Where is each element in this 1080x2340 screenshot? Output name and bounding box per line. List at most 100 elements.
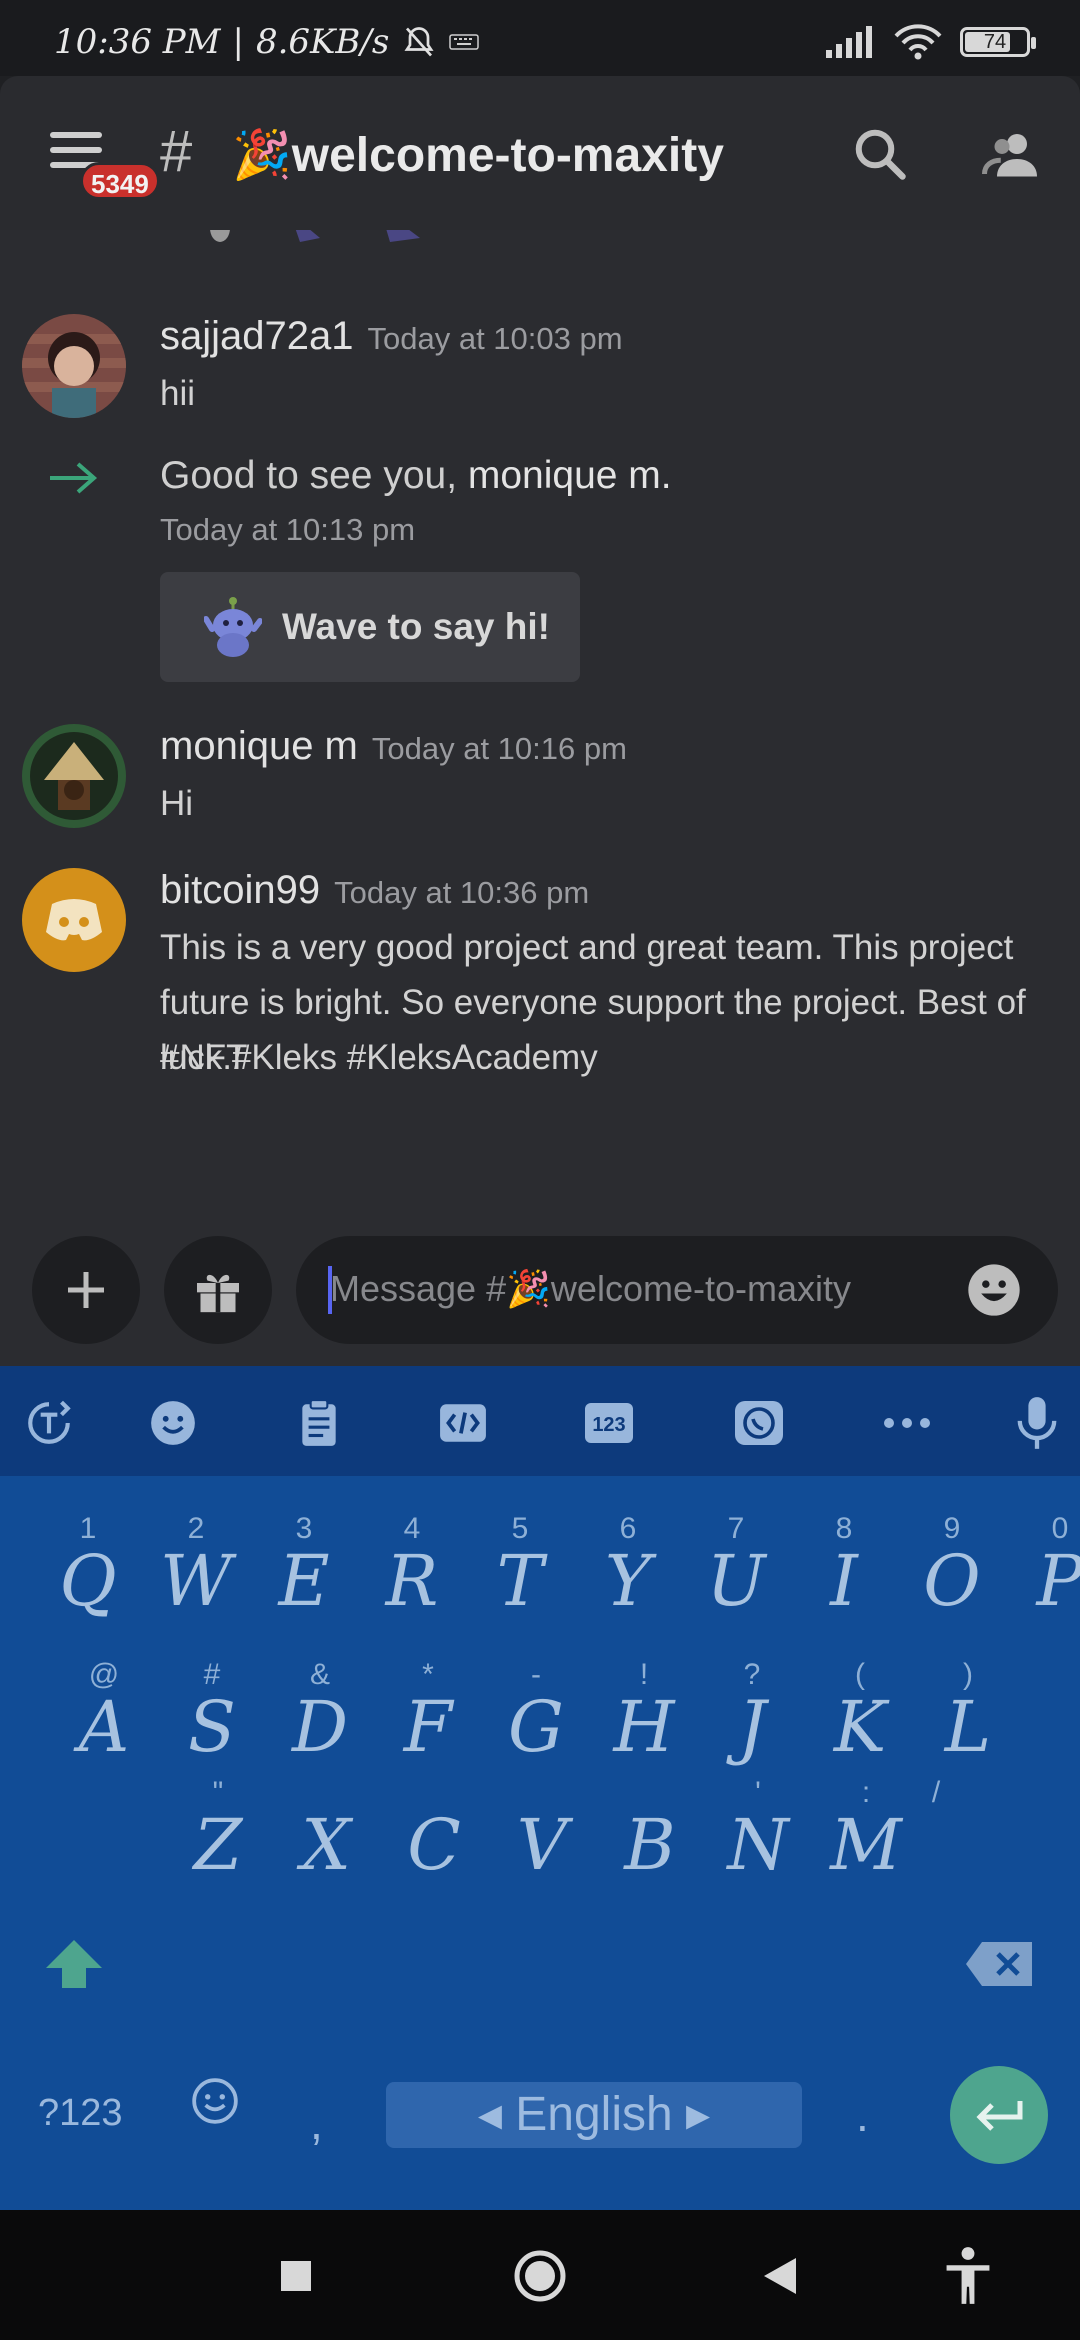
message-text-hashtag: #NFT [160, 1038, 248, 1077]
back-button[interactable] [750, 2246, 810, 2306]
wifi-icon [894, 24, 942, 60]
message-author[interactable]: sajjad72a1 Today at 10:03 pm [160, 314, 623, 359]
key-label: L [944, 1686, 992, 1768]
accessibility-button[interactable] [938, 2246, 998, 2306]
key-label: I [830, 1540, 858, 1622]
message-author[interactable]: monique m Today at 10:16 pm [160, 724, 627, 769]
key-z[interactable]: " Z [168, 1776, 268, 1886]
key-g[interactable]: -G [486, 1658, 586, 1768]
home-button[interactable] [510, 2246, 570, 2306]
key-r[interactable]: 4R [362, 1512, 462, 1622]
channel-title[interactable]: 🎉welcome-to-maxity [232, 126, 724, 183]
wave-button[interactable]: Wave to say hi! [160, 572, 580, 682]
keyboard: 1Q2W3E4R5T6Y7U8I9O0P @ A # S & D * F - G! H? J(K) L … [0, 1476, 1080, 2210]
message-author[interactable]: bitcoin99 Today at 10:36 pm [160, 868, 589, 913]
key-k[interactable]: (K [810, 1658, 910, 1768]
join-timestamp: Today at 10:13 pm [160, 512, 416, 547]
message-list[interactable]: sajjad72a1 Today at 10:03 pm hii Good to … [0, 230, 1080, 1230]
key-e[interactable]: 3E [254, 1512, 354, 1622]
symbols-key[interactable]: ?123 [38, 2092, 123, 2135]
home-circle-icon [514, 2250, 566, 2302]
message-timestamp: Today at 10:03 pm [367, 321, 623, 356]
backspace-key[interactable] [954, 1906, 1054, 2016]
author-name[interactable]: monique m [160, 724, 358, 768]
screen: 10:36 PM | 8.6KB/s 74 5349 # 🎉welcome-to… [0, 0, 1080, 2340]
key-hint-slash: / [931, 1776, 941, 1809]
message-timestamp: Today at 10:16 pm [371, 731, 627, 766]
translate-icon[interactable] [22, 1396, 76, 1450]
plus-icon [68, 1272, 104, 1308]
status-time: 10:36 PM [54, 22, 221, 62]
key-h[interactable]: ! H [594, 1658, 694, 1768]
author-name[interactable]: sajjad72a1 [160, 314, 354, 358]
microphone-icon[interactable] [1010, 1396, 1064, 1450]
message-text: hii [160, 374, 196, 413]
avatar[interactable] [22, 868, 126, 972]
avatar[interactable] [22, 314, 126, 418]
key-u[interactable]: 7U [686, 1512, 786, 1622]
more-icon[interactable] [880, 1396, 934, 1450]
status-net-speed: 8.6KB/s [255, 22, 390, 62]
author-name[interactable]: bitcoin99 [160, 868, 320, 912]
key-x[interactable]: X [276, 1776, 376, 1886]
period-key[interactable]: . [856, 2088, 869, 2142]
join-message: Good to see you, monique m. [160, 454, 672, 498]
clipboard-icon[interactable] [292, 1396, 346, 1450]
key-label: P [1036, 1540, 1080, 1622]
message-input[interactable]: Message #🎉welcome-to-maxity [296, 1236, 1058, 1344]
key-o[interactable]: 9O [902, 1512, 1002, 1622]
enter-key[interactable] [950, 2066, 1048, 2164]
join-user[interactable]: monique m. [468, 454, 672, 497]
key-t[interactable]: 5T [470, 1512, 570, 1622]
number-pad-icon[interactable]: 123 [582, 1396, 636, 1450]
shift-key[interactable] [24, 1906, 124, 2016]
avatar[interactable] [22, 724, 126, 828]
emoji-icon[interactable] [966, 1262, 1022, 1318]
comma-key[interactable]: , [310, 2096, 323, 2150]
add-attachment-button[interactable] [32, 1236, 140, 1344]
smiley-toolbar-icon[interactable] [146, 1396, 200, 1450]
key-label: O [923, 1540, 981, 1622]
members-icon[interactable] [982, 124, 1042, 184]
key-s[interactable]: # S [162, 1658, 262, 1768]
key-b[interactable]: B [600, 1776, 700, 1886]
key-label: F [403, 1686, 453, 1768]
key-i[interactable]: 8I [794, 1512, 894, 1622]
key-label: M [830, 1804, 902, 1886]
key-y[interactable]: 6Y [578, 1512, 678, 1622]
space-key[interactable]: ◂ English ▸ [386, 2082, 802, 2148]
key-label: B [624, 1804, 676, 1886]
key-a[interactable]: @ A [54, 1658, 154, 1768]
emoji-key[interactable] [190, 2076, 250, 2136]
text-edit-icon[interactable] [436, 1396, 490, 1450]
key-q[interactable]: 1Q [38, 1512, 138, 1622]
battery-icon: 74 [960, 27, 1036, 57]
key-c[interactable]: C [384, 1776, 484, 1886]
key-label: E [278, 1540, 330, 1622]
partial-image-icon [210, 230, 420, 242]
key-l[interactable]: ) L [918, 1658, 1018, 1768]
search-icon[interactable] [850, 124, 910, 184]
key-p[interactable]: 0P [1010, 1512, 1080, 1622]
status-right: 74 [824, 24, 1036, 60]
whatsapp-icon[interactable] [732, 1396, 786, 1450]
key-label: Y [604, 1540, 652, 1622]
key-f[interactable]: * F [378, 1658, 478, 1768]
key-d[interactable]: & D [270, 1658, 370, 1768]
key-w[interactable]: 2W [146, 1512, 246, 1622]
bell-muted-icon [404, 27, 434, 57]
keyboard-toolbar: 123 [0, 1366, 1080, 1476]
key-n[interactable]: ' N [708, 1776, 808, 1886]
key-v[interactable]: V [492, 1776, 592, 1886]
square-icon [281, 2261, 311, 2291]
backspace-icon [966, 1942, 1032, 1986]
key-label: N [727, 1804, 789, 1886]
join-prefix: Good to see you, [160, 454, 468, 497]
key-label: C [407, 1804, 461, 1886]
key-j[interactable]: ? J [702, 1658, 802, 1768]
gift-button[interactable] [164, 1236, 272, 1344]
keyboard-status-icon [449, 34, 480, 50]
accessibility-icon [946, 2247, 990, 2304]
unread-badge: 5349 [80, 162, 160, 200]
recents-button[interactable] [266, 2246, 326, 2306]
